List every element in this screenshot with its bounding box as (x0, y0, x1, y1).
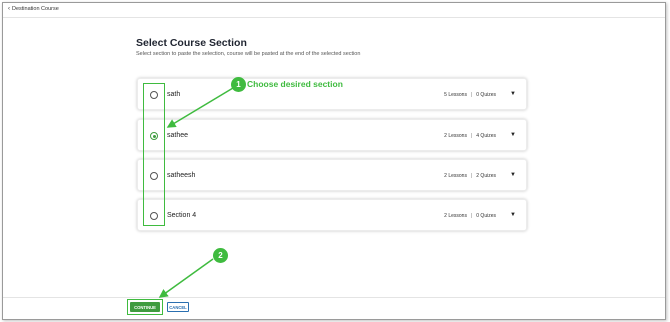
radio-highlight-box (143, 83, 165, 226)
section-name: sathee (167, 132, 189, 139)
section-meta: 5 Lessons | 0 Quizes (444, 92, 496, 98)
chevron-left-icon: ‹ (8, 6, 10, 12)
step-1-badge: 1 (231, 77, 246, 92)
step-1-label: Choose desired section (247, 79, 343, 89)
lessons-count: 2 Lessons (444, 133, 467, 139)
section-meta: 2 Lessons | 0 Quizes (444, 213, 496, 219)
quizzes-count: 0 Quizes (476, 92, 496, 98)
section-name: Section 4 (167, 212, 197, 219)
meta-separator: | (470, 133, 473, 139)
bottom-action-bar (3, 297, 665, 321)
section-card-sathee[interactable]: sathee 2 Lessons | 4 Quizes ▼ (137, 119, 527, 151)
page-subtitle: Select section to paste the selection, c… (136, 51, 361, 57)
quizzes-count: 2 Quizes (476, 173, 496, 179)
meta-separator: | (470, 213, 473, 219)
page-title: Select Course Section (136, 37, 247, 49)
quizzes-count: 4 Quizes (476, 133, 496, 139)
back-link[interactable]: ‹ Destination Course (8, 6, 59, 12)
section-name: satheesh (167, 172, 196, 179)
continue-highlight-box (127, 299, 163, 315)
chevron-down-icon[interactable]: ▼ (510, 212, 516, 218)
quizzes-count: 0 Quizes (476, 213, 496, 219)
section-name: sath (167, 91, 181, 98)
meta-separator: | (470, 92, 473, 98)
section-card-section-4[interactable]: Section 4 2 Lessons | 0 Quizes ▼ (137, 199, 527, 231)
lessons-count: 2 Lessons (444, 213, 467, 219)
section-meta: 2 Lessons | 2 Quizes (444, 173, 496, 179)
section-meta: 2 Lessons | 4 Quizes (444, 133, 496, 139)
lessons-count: 2 Lessons (444, 173, 467, 179)
lessons-count: 5 Lessons (444, 92, 467, 98)
chevron-down-icon[interactable]: ▼ (510, 91, 516, 97)
top-bar: ‹ Destination Course (3, 3, 665, 18)
chevron-down-icon[interactable]: ▼ (510, 172, 516, 178)
back-link-label: Destination Course (12, 6, 59, 12)
cancel-button[interactable]: CANCEL (167, 302, 189, 312)
step-2-badge: 2 (213, 248, 228, 263)
meta-separator: | (470, 173, 473, 179)
section-card-satheesh[interactable]: satheesh 2 Lessons | 2 Quizes ▼ (137, 159, 527, 191)
chevron-down-icon[interactable]: ▼ (510, 132, 516, 138)
